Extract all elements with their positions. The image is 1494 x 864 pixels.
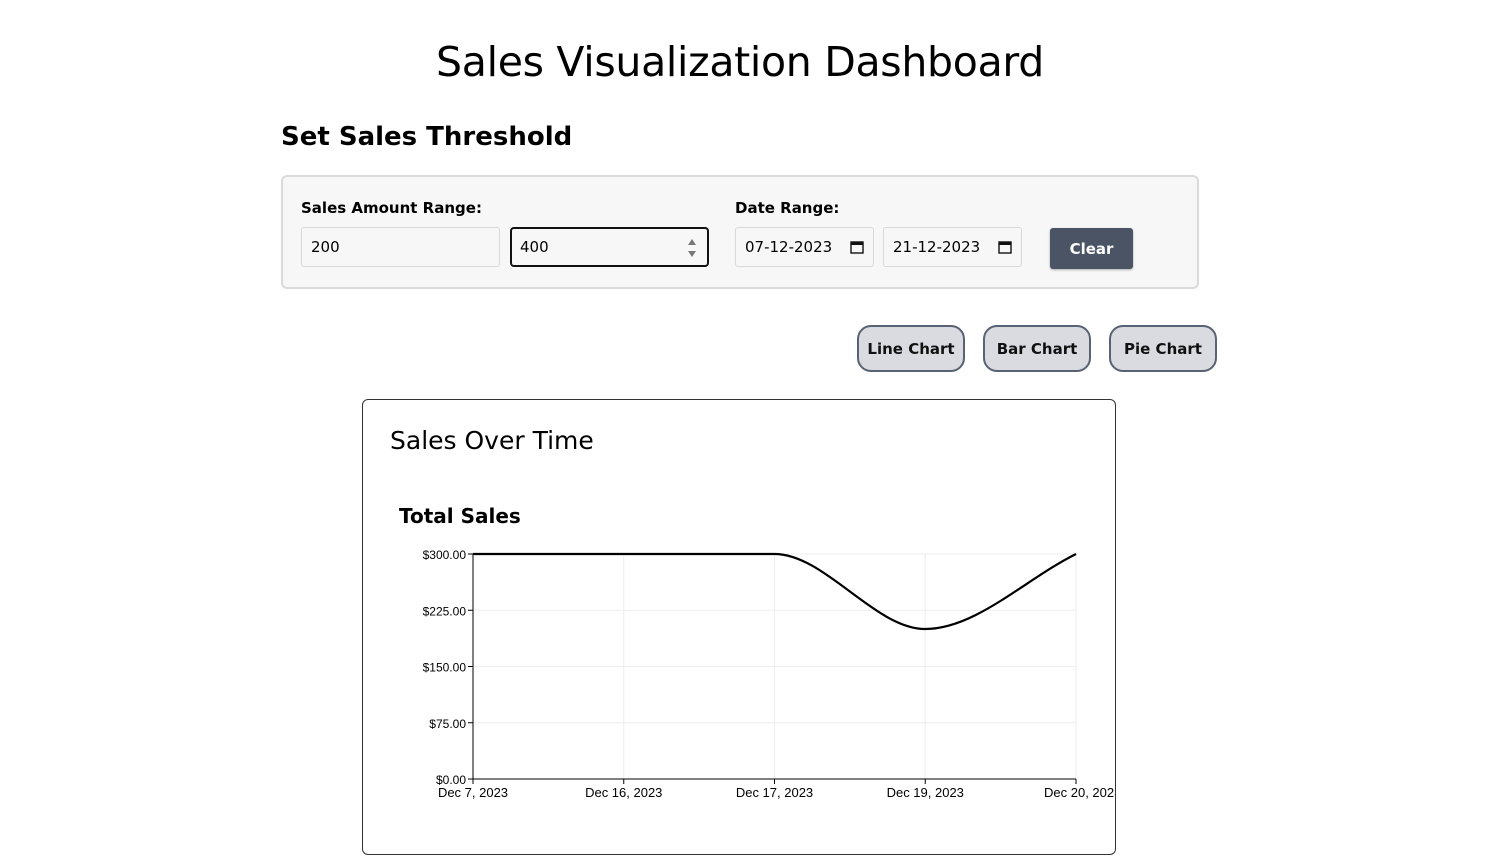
date-end-value: 21-12-2023	[893, 238, 981, 256]
y-tick-label: $300.00	[423, 548, 467, 562]
amount-max-value: 400	[520, 238, 549, 256]
calendar-icon[interactable]	[998, 240, 1012, 254]
chart-card: Sales Over Time Total Sales $0.00 $75.00 $1…	[362, 399, 1116, 855]
date-start-input[interactable]: 07-12-2023	[735, 227, 874, 267]
x-tick-label: Dec 17, 2023	[736, 785, 813, 800]
pie-chart-button[interactable]: Pie Chart	[1109, 325, 1217, 372]
page-title: Sales Visualization Dashboard	[436, 38, 1044, 86]
amount-min-value: 200	[311, 238, 340, 256]
x-tick-label: Dec 20, 2023	[1044, 785, 1115, 800]
y-tick-label: $150.00	[423, 661, 467, 675]
date-end-input[interactable]: 21-12-2023	[883, 227, 1022, 267]
date-range-label: Date Range:	[735, 199, 840, 217]
y-tick-label: $75.00	[429, 717, 466, 731]
amount-min-input[interactable]: 200	[301, 227, 500, 267]
calendar-icon[interactable]	[850, 240, 864, 254]
threshold-section-title: Set Sales Threshold	[281, 122, 573, 152]
chart-title: Total Sales	[399, 504, 521, 528]
x-tick-label: Dec 16, 2023	[585, 785, 662, 800]
date-start-value: 07-12-2023	[745, 238, 833, 256]
clear-button[interactable]: Clear	[1050, 228, 1133, 269]
spinner-arrows-icon[interactable]	[687, 237, 697, 259]
sales-line-chart: Total Sales$0.00$75.00$150.00$225.00$300…	[399, 504, 1115, 800]
amount-max-input[interactable]: 400	[510, 227, 709, 267]
threshold-panel: Sales Amount Range: 200 400 Date Range: …	[281, 175, 1199, 289]
x-tick-label: Dec 7, 2023	[438, 785, 508, 800]
y-tick-label: $225.00	[423, 604, 467, 618]
amount-range-label: Sales Amount Range:	[301, 199, 482, 217]
bar-chart-button[interactable]: Bar Chart	[983, 325, 1091, 372]
x-tick-label: Dec 19, 2023	[887, 785, 964, 800]
line-chart-button[interactable]: Line Chart	[857, 325, 965, 372]
